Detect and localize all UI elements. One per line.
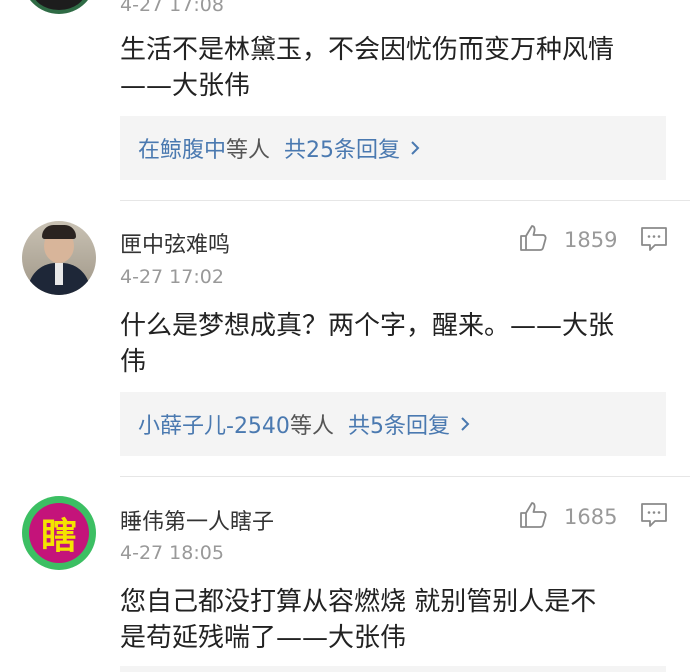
comment-text: 什么是梦想成真？两个字，醒来。——大张 伟 <box>120 308 672 380</box>
comment-text-line: 是苟延残喘了——大张伟 <box>120 623 407 653</box>
reply-count[interactable]: 共5条回复 <box>348 408 450 440</box>
replies-summary-edge <box>120 666 666 672</box>
replies-summary[interactable]: 小薛子儿-2540 等人 共5条回复 <box>120 392 666 456</box>
comment-text-line: 您自己都没打算从容燃烧 就别管别人是不 <box>120 587 597 617</box>
thumbs-up-icon <box>518 500 548 534</box>
divider <box>120 200 690 201</box>
comment-username[interactable]: 匣中弦难鸣 <box>120 227 230 259</box>
avatar[interactable]: 瞎 <box>22 496 96 570</box>
comment-username[interactable]: 睡伟第一人瞎子 <box>120 504 274 536</box>
divider <box>120 476 690 477</box>
comment-bubble-icon[interactable] <box>640 502 668 532</box>
comment-time: 4-27 18:05 <box>120 542 224 564</box>
avatar-glyph: 瞎 <box>40 516 77 557</box>
reply-names[interactable]: 小薛子儿-2540 <box>138 408 290 440</box>
comment-text-line: 什么是梦想成真？两个字，醒来。——大张 <box>120 311 615 341</box>
comment-text-line: 伟 <box>120 347 147 377</box>
comment-text-line: 生活不是林黛玉，不会因忧伤而变万种风情 <box>120 35 615 65</box>
chevron-right-icon <box>460 416 470 432</box>
comment-text: 您自己都没打算从容燃烧 就别管别人是不 是苟延残喘了——大张伟 <box>120 584 672 656</box>
avatar[interactable] <box>22 0 96 14</box>
like-count: 1685 <box>564 505 618 529</box>
reply-names[interactable]: 在鲸腹中 <box>138 132 226 164</box>
comment-text-line: ——大张伟 <box>120 71 251 101</box>
like-button[interactable]: 1859 <box>518 223 617 257</box>
like-count: 1859 <box>564 228 618 252</box>
like-button[interactable]: 1685 <box>518 500 617 534</box>
thumbs-up-icon <box>518 223 548 257</box>
reply-count[interactable]: 共25条回复 <box>284 132 400 164</box>
comment-bubble-icon[interactable] <box>640 226 668 256</box>
comment-time: 4-27 17:02 <box>120 266 224 288</box>
comment-text: 生活不是林黛玉，不会因忧伤而变万种风情 ——大张伟 <box>120 32 672 104</box>
comment-time: 4-27 17:08 <box>120 0 224 16</box>
chevron-right-icon <box>410 140 420 156</box>
replies-summary[interactable]: 在鲸腹中 等人 共25条回复 <box>120 116 666 180</box>
reply-suffix: 等人 <box>226 138 271 163</box>
reply-suffix: 等人 <box>289 414 334 439</box>
avatar[interactable] <box>22 221 96 295</box>
